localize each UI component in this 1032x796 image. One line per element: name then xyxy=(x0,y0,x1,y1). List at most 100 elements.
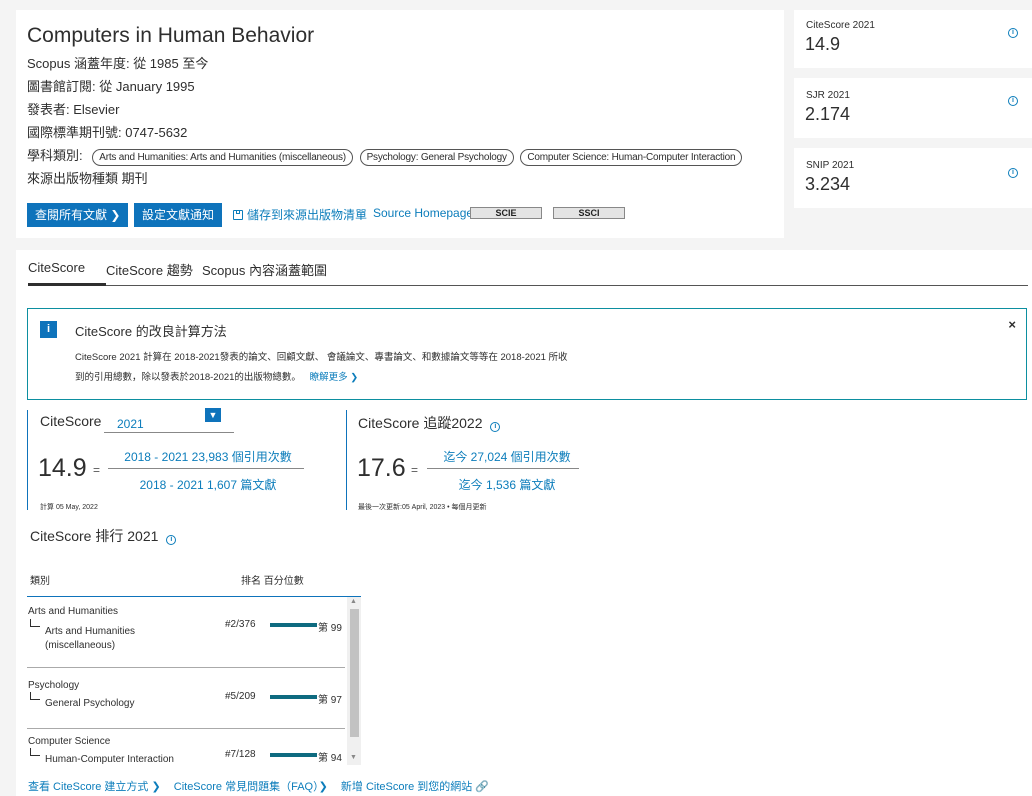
info-banner: i CiteScore 的改良計算方法 CiteScore 2021 計算在 2… xyxy=(27,308,1027,400)
learn-more-link[interactable]: 瞭解更多 ❯ xyxy=(310,372,359,383)
view-all-documents-button[interactable]: 查閱所有文獻 ❯ xyxy=(27,203,129,227)
rank-row: Psychology General Psychology #5/209 第 9… xyxy=(27,668,345,728)
tracker-citations-link[interactable]: 迄今 27,024 個引用次數 xyxy=(427,448,587,465)
scroll-up-icon[interactable]: ▲ xyxy=(350,598,357,605)
sjr-metric-card: SJR 2021 2.174 i xyxy=(794,78,1032,138)
subject-label: 學科類別: xyxy=(27,148,83,163)
subject-areas: 學科類別: Arts and Humanities: Arts and Huma… xyxy=(27,145,745,166)
ssci-badge: SSCI xyxy=(553,207,625,219)
tracker-documents-link[interactable]: 迄今 1,536 篇文獻 xyxy=(427,476,587,493)
citescore-citations-link[interactable]: 2018 - 2021 23,983 個引用次數 xyxy=(113,448,303,465)
fraction-rule xyxy=(108,468,304,469)
publisher: 發表者: Elsevier xyxy=(27,102,120,117)
info-icon[interactable]: i xyxy=(166,535,177,545)
rank-position: #2/376 xyxy=(225,619,256,630)
chevron-down-icon[interactable]: ▼ xyxy=(205,408,221,422)
info-icon[interactable]: i xyxy=(490,422,501,432)
journal-title: Computers in Human Behavior xyxy=(27,24,315,47)
rank-header-rank-percentile: 排名 百分位數 xyxy=(241,576,304,587)
rank-header-category: 類別 xyxy=(30,576,50,587)
close-icon[interactable]: × xyxy=(1008,317,1016,332)
citescore-metric-card: CiteScore 2021 14.9 i xyxy=(794,10,1032,68)
citescore-tracker-panel: CiteScore 追蹤2022 i 17.6 = 迄今 27,024 個引用次… xyxy=(346,410,676,511)
fraction-rule xyxy=(427,468,579,469)
scie-badge: SCIE xyxy=(470,207,542,219)
rank-subcategory: Arts and Humanities (miscellaneous) xyxy=(45,625,135,653)
snip-metric-value: 3.234 xyxy=(805,174,851,194)
percentile-bar xyxy=(270,695,320,699)
subject-pill-psychology[interactable]: Psychology: General Psychology xyxy=(359,149,514,166)
library-subscription: 圖書館訂閱: 從 January 1995 xyxy=(27,79,195,94)
citescore-metric-label: CiteScore 2021 xyxy=(806,20,875,31)
set-alert-button[interactable]: 設定文獻通知 xyxy=(134,203,223,227)
info-icon: i xyxy=(40,321,57,338)
tree-elbow xyxy=(30,619,40,627)
source-homepage-link[interactable]: Source Homepage xyxy=(373,206,473,220)
tab-citescore[interactable]: CiteScore xyxy=(28,260,85,275)
citescore-documents-link[interactable]: 2018 - 2021 1,607 篇文獻 xyxy=(113,476,303,493)
journal-header-card: Computers in Human Behavior Scopus 涵蓋年度:… xyxy=(16,10,784,238)
tracker-title-text: CiteScore 追蹤2022 xyxy=(358,415,483,431)
rank-subcategory-line2: (miscellaneous) xyxy=(45,640,116,651)
rank-category: Computer Science xyxy=(28,736,111,747)
info-icon[interactable]: i xyxy=(1008,168,1018,178)
citescore-calc-date: 計算 05 May, 2022 xyxy=(40,504,98,511)
coverage-years: Scopus 涵蓋年度: 從 1985 至今 xyxy=(27,56,209,71)
info-icon[interactable]: i xyxy=(1008,28,1018,38)
banner-title: CiteScore 的改良計算方法 xyxy=(75,324,227,339)
banner-text-line2-body: 到的引用總數，除以發表於2018-2021的出版物總數。 xyxy=(75,372,301,383)
citescore-metric-value: 14.9 xyxy=(805,34,841,54)
equals-sign: = xyxy=(411,463,419,477)
footer-links: 查看 CiteScore 建立方式 ❯ CiteScore 常見問題集（FAQ）… xyxy=(28,778,499,794)
save-icon xyxy=(233,210,243,220)
save-list-label: 儲存到來源出版物清單 xyxy=(247,208,368,222)
add-citescore-to-site-link[interactable]: 新增 CiteScore 到您的網站 🔗 xyxy=(341,781,489,793)
scroll-down-icon[interactable]: ▼ xyxy=(350,754,357,761)
tree-elbow xyxy=(30,692,40,700)
how-citescore-built-link[interactable]: 查看 CiteScore 建立方式 ❯ xyxy=(28,781,161,793)
save-to-source-list-link[interactable]: 儲存到來源出版物清單 xyxy=(233,206,367,223)
rank-title-text: CiteScore 排行 2021 xyxy=(30,528,159,544)
tracker-panel-title: CiteScore 追蹤2022 i xyxy=(358,413,501,433)
citescore-value: 14.9 xyxy=(38,454,87,482)
banner-text-line2: 到的引用總數，除以發表於2018-2021的出版物總數。 瞭解更多 ❯ xyxy=(75,369,358,383)
tracker-value: 17.6 xyxy=(357,454,406,482)
scroll-thumb[interactable] xyxy=(350,609,359,737)
percentile-bar xyxy=(270,753,320,757)
tracker-update-note: 最後一次更新:05 April, 2023 • 每個月更新 xyxy=(358,504,487,511)
rank-position: #7/128 xyxy=(225,749,256,760)
rank-subcategory-line1: Arts and Humanities xyxy=(45,626,136,637)
tab-scopus-coverage[interactable]: Scopus 內容涵蓋範圍 xyxy=(202,260,327,279)
banner-text-line1: CiteScore 2021 計算在 2018-2021發表的論文、回顧文獻、 … xyxy=(75,352,568,363)
equals-sign: = xyxy=(93,463,101,477)
percentile-bar xyxy=(270,623,320,627)
citescore-panel-title: CiteScore xyxy=(40,413,102,429)
subject-pill-arts[interactable]: Arts and Humanities: Arts and Humanities… xyxy=(92,149,353,166)
snip-metric-label: SNIP 2021 xyxy=(806,160,855,171)
citescore-faq-link[interactable]: CiteScore 常見問題集（FAQ）❯ xyxy=(174,781,328,793)
citescore-panel: CiteScore 2021 14.9 = 2018 - 2021 23,983… xyxy=(27,410,345,511)
rank-list[interactable]: Arts and Humanities Arts and Humanities (… xyxy=(27,597,361,765)
rank-subcategory: General Psychology xyxy=(45,698,135,709)
tab-bar: CiteScore CiteScore 趨勢 Scopus 內容涵蓋範圍 xyxy=(16,250,1032,286)
subject-pill-hci[interactable]: Computer Science: Human-Computer Interac… xyxy=(520,149,743,166)
percentile-value: 第 99 xyxy=(317,619,342,634)
sjr-metric-value: 2.174 xyxy=(805,104,851,124)
scrollbar[interactable]: ▲ ▼ xyxy=(347,597,361,765)
percentile-value: 第 94 xyxy=(317,749,342,764)
rank-row: Computer Science Human-Computer Interact… xyxy=(27,729,345,765)
rank-category: Psychology xyxy=(28,680,80,691)
issn: 國際標準期刊號: 0747-5632 xyxy=(27,125,188,140)
snip-metric-card: SNIP 2021 3.234 i xyxy=(794,148,1032,208)
rank-row: Arts and Humanities Arts and Humanities (… xyxy=(27,597,345,667)
tab-citescore-trend[interactable]: CiteScore 趨勢 xyxy=(106,260,193,279)
info-icon[interactable]: i xyxy=(1008,96,1018,106)
rank-position: #5/209 xyxy=(225,691,256,702)
percentile-value: 第 97 xyxy=(317,691,342,706)
source-type: 來源出版物種類 期刊 xyxy=(27,171,148,186)
rank-subcategory: Human-Computer Interaction xyxy=(45,754,174,765)
tree-elbow xyxy=(30,748,40,756)
rank-category: Arts and Humanities xyxy=(28,606,119,617)
sjr-metric-label: SJR 2021 xyxy=(806,90,850,101)
rank-title: CiteScore 排行 2021 i xyxy=(30,526,177,546)
